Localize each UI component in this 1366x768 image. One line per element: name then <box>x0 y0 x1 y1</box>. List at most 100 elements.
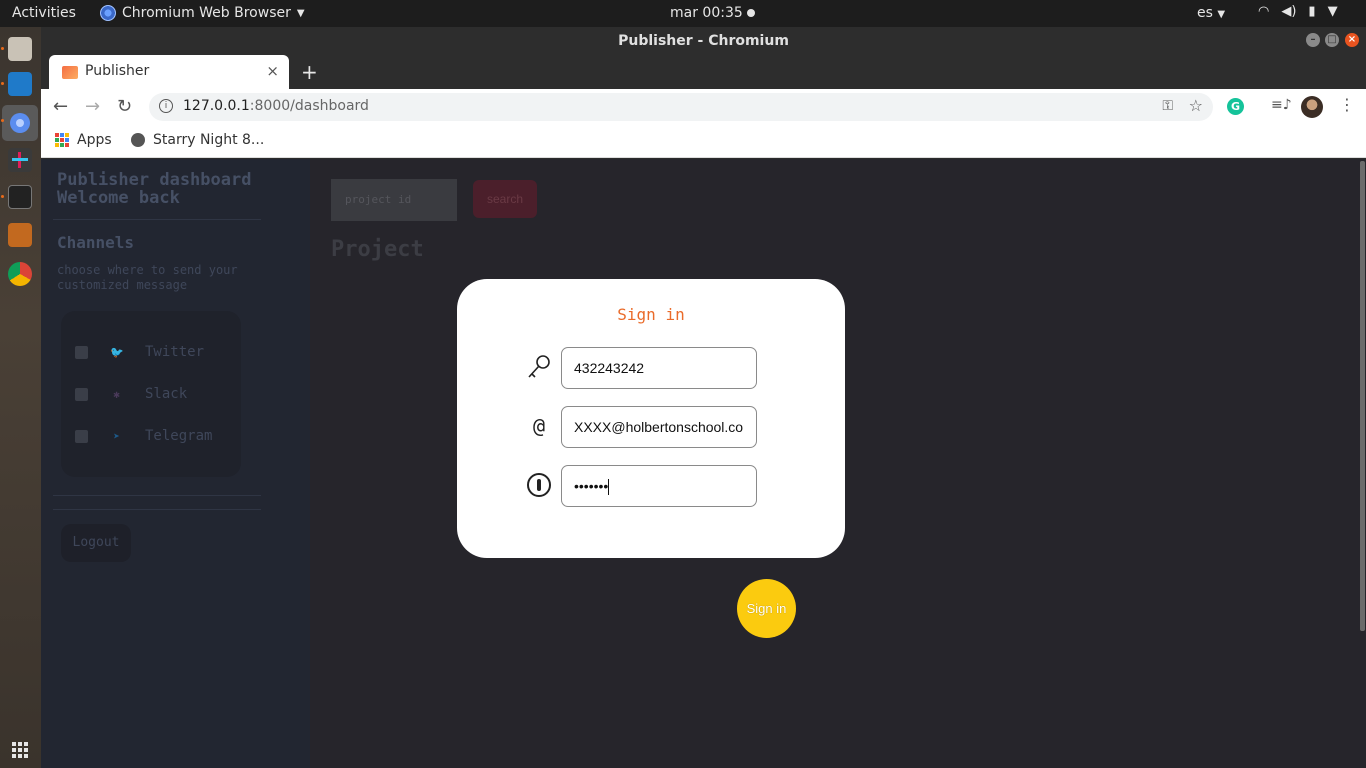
reload-button[interactable]: ↻ <box>117 96 132 117</box>
notification-dot-icon <box>746 9 755 17</box>
divider <box>53 495 261 496</box>
project-heading: Project <box>331 237 424 262</box>
running-indicator <box>1 119 4 122</box>
slack-icon <box>12 152 28 168</box>
chromium-icon <box>100 5 116 21</box>
new-tab-button[interactable]: + <box>301 60 318 84</box>
project-id-input[interactable]: project id <box>331 179 457 221</box>
language-indicator[interactable]: es ▼ <box>1197 5 1225 21</box>
channels-description: choose where to send your customized mes… <box>57 263 238 292</box>
minimize-button[interactable]: – <box>1306 33 1320 47</box>
bookmark-apps[interactable]: Apps <box>55 132 112 148</box>
globe-icon <box>131 133 145 147</box>
system-tray[interactable]: ◠ ◀) ▮ ▼ <box>1258 4 1338 19</box>
clock[interactable]: mar 00:35 <box>670 5 755 21</box>
email-field[interactable]: XXXX@holbertonschool.co <box>561 406 757 448</box>
email-row: @ XXXX@holbertonschool.co <box>525 406 765 448</box>
running-indicator <box>1 195 4 198</box>
close-window-button[interactable]: × <box>1345 33 1359 47</box>
clock-label: mar 00:35 <box>670 5 743 21</box>
chromium-icon <box>10 113 30 133</box>
dock <box>0 27 41 768</box>
window-titlebar: Publisher - Chromium – □ × <box>41 27 1366 55</box>
running-indicator <box>1 47 4 50</box>
slack-app-icon[interactable] <box>8 148 32 172</box>
close-tab-button[interactable]: × <box>266 62 279 80</box>
signin-title: Sign in <box>617 305 685 324</box>
media-control-icon[interactable]: ≡♪ <box>1271 97 1292 113</box>
battery-icon: ▮ <box>1308 4 1316 19</box>
project-id-row: 432243242 <box>525 347 765 389</box>
wifi-icon: ◠ <box>1258 4 1270 19</box>
back-button[interactable]: ← <box>53 96 68 117</box>
bookmarks-bar: Apps Starry Night 8... <box>41 125 1366 158</box>
address-bar[interactable]: i 127.0.0.1:8000/dashboard ⚿ ☆ <box>149 93 1213 121</box>
page-scrollbar[interactable] <box>1360 161 1365 631</box>
slack-checkbox[interactable] <box>75 387 88 401</box>
tab-publisher[interactable]: Publisher × <box>49 55 289 89</box>
bookmark-star-icon[interactable]: ☆ <box>1189 96 1203 115</box>
key-icon <box>528 355 550 378</box>
channel-telegram[interactable]: ➤ Telegram <box>75 428 212 444</box>
channel-label: Telegram <box>145 428 213 444</box>
maximize-button[interactable]: □ <box>1325 33 1339 47</box>
browser-toolbar: ← → ↻ i 127.0.0.1:8000/dashboard ⚿ ☆ G ≡… <box>41 89 1366 125</box>
password-field[interactable]: ••••••• <box>561 465 757 507</box>
chrome-app-icon[interactable] <box>8 262 32 286</box>
bookmark-apps-label: Apps <box>77 132 112 148</box>
sidebar-title: Publisher dashboard Welcome back <box>57 170 252 208</box>
app-menu-label: Chromium Web Browser <box>122 5 291 21</box>
project-id-field[interactable]: 432243242 <box>561 347 757 389</box>
telegram-icon: ➤ <box>113 429 120 443</box>
signin-submit-button[interactable]: Sign in <box>737 579 796 638</box>
site-info-icon[interactable]: i <box>159 99 173 113</box>
channels-list: 🐦 Twitter ✱ Slack ➤ Telegram <box>61 311 241 477</box>
app-menu[interactable]: Chromium Web Browser ▼ <box>100 5 305 21</box>
browser-menu-icon[interactable]: ⋮ <box>1339 95 1355 114</box>
channel-slack[interactable]: ✱ Slack <box>75 386 187 402</box>
twitter-checkbox[interactable] <box>75 345 88 359</box>
text-cursor <box>608 479 610 496</box>
divider <box>53 219 261 220</box>
activities-button[interactable]: Activities <box>12 5 76 21</box>
channels-heading: Channels <box>57 233 135 252</box>
forward-button[interactable]: → <box>85 96 100 117</box>
channel-label: Slack <box>145 386 188 402</box>
url-text: 127.0.0.1:8000/dashboard <box>183 98 369 114</box>
password-dots: ••••••• <box>574 478 609 494</box>
password-row: ••••••• <box>525 465 765 507</box>
telegram-checkbox[interactable] <box>75 429 88 443</box>
show-applications-icon[interactable] <box>12 742 28 758</box>
bookmark-starry-label: Starry Night 8... <box>153 132 265 148</box>
signin-modal: Sign in 432243242 @ XXXX@holbertonschool… <box>457 279 845 558</box>
logout-button[interactable]: Logout <box>61 524 131 562</box>
tab-title: Publisher <box>85 63 150 79</box>
channel-twitter[interactable]: 🐦 Twitter <box>75 344 204 360</box>
password-key-icon[interactable]: ⚿ <box>1162 98 1173 114</box>
at-sign-icon: @ <box>532 414 546 438</box>
chevron-down-icon: ▼ <box>1217 9 1226 20</box>
window-title: Publisher - Chromium <box>618 33 789 49</box>
profile-avatar[interactable] <box>1301 96 1323 118</box>
apps-grid-icon <box>55 133 69 147</box>
slack-icon: ✱ <box>113 387 120 401</box>
bookmark-starry-night[interactable]: Starry Night 8... <box>131 132 264 148</box>
password-lock-icon <box>527 473 551 497</box>
language-label: es <box>1197 5 1213 21</box>
sidebar: Publisher dashboard Welcome back Channel… <box>41 159 310 768</box>
terminal-app-icon[interactable] <box>8 185 32 209</box>
twitter-icon: 🐦 <box>110 345 124 359</box>
chevron-down-icon: ▼ <box>296 7 305 19</box>
grammarly-extension-icon[interactable]: G <box>1227 98 1244 115</box>
software-app-icon[interactable] <box>8 223 32 247</box>
files-app-icon[interactable] <box>8 37 32 61</box>
search-button[interactable]: search <box>473 180 537 218</box>
volume-icon: ◀) <box>1281 4 1297 19</box>
tab-favicon-icon <box>62 66 78 79</box>
vscode-app-icon[interactable] <box>8 72 32 96</box>
channel-label: Twitter <box>145 344 205 360</box>
chevron-down-icon: ▼ <box>1327 4 1338 19</box>
chromium-app-icon[interactable] <box>2 105 38 141</box>
running-indicator <box>1 82 4 85</box>
gnome-top-bar: Activities Chromium Web Browser ▼ mar 00… <box>0 0 1366 27</box>
